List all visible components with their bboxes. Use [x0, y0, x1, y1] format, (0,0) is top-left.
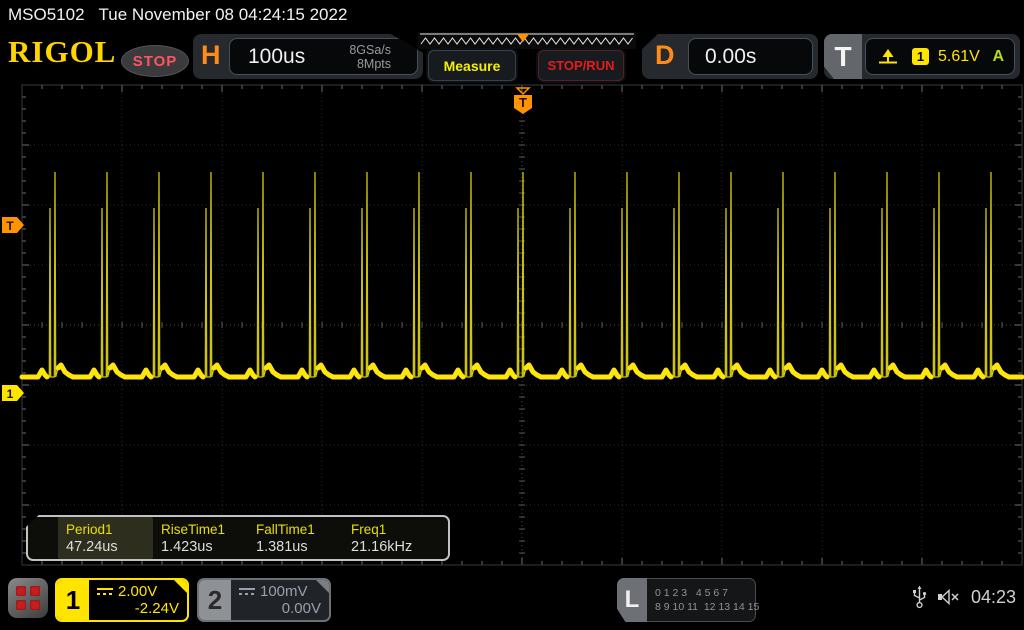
trigger-box[interactable]: 1 5.61V A	[865, 38, 1015, 75]
trigger-position-arrow-icon	[517, 88, 529, 94]
display-layout-button[interactable]	[8, 578, 48, 618]
trigger-mode: A	[992, 48, 1004, 66]
channel1-status[interactable]: 1 2.00V -2.24V	[55, 578, 189, 622]
logic-label: L	[617, 578, 647, 622]
measurement-risetime[interactable]: RiseTime1 1.423us	[153, 517, 248, 559]
delay-label: D	[655, 40, 675, 71]
channel1-scale: 2.00V	[118, 583, 157, 600]
measurement-panel[interactable]: Period1 47.24us RiseTime1 1.423us FallTi…	[26, 515, 450, 561]
trigger-level-value: 5.61V	[938, 48, 992, 66]
trigger-source-badge: 1	[912, 48, 929, 65]
grid-icon	[16, 586, 40, 610]
usb-icon	[912, 585, 927, 609]
trigger-panel[interactable]: T 1 5.61V A	[824, 34, 1020, 79]
measure-button[interactable]: Measure	[428, 50, 516, 81]
channel2-scale: 100mV	[260, 583, 308, 600]
logic-analyzer-status[interactable]: L 0 1 2 3 4 5 6 7 8 9 10 11 12 13 14 15	[617, 578, 756, 622]
top-status-bar: MSO5102 Tue November 08 04:24:15 2022	[0, 0, 1024, 30]
trigger-edge-icon	[878, 48, 900, 66]
channel2-number: 2	[199, 580, 231, 620]
channel1-waveform	[22, 172, 1022, 377]
measurement-falltime[interactable]: FallTime1 1.381us	[248, 517, 343, 559]
waveform-display[interactable]: T T 1	[0, 83, 1024, 575]
delay-value: 0.00s	[705, 45, 756, 69]
horizontal-position-strip[interactable]	[418, 32, 636, 49]
clock-text: 04:23	[971, 587, 1016, 608]
oscilloscope-screen: { "top_bar": { "model": "MSO5102", "date…	[0, 0, 1024, 630]
logic-channels-row1: 0 1 2 3 4 5 6 7	[655, 586, 755, 600]
logic-channels-row2: 8 9 10 11 12 13 14 15	[655, 600, 755, 614]
delay-box[interactable]: 0.00s	[688, 38, 813, 75]
horizontal-panel[interactable]: H 100us 8GSa/s 8Mpts	[193, 34, 423, 79]
stop-run-button[interactable]: STOP/RUN	[538, 50, 624, 81]
measurement-freq[interactable]: Freq1 21.16kHz	[343, 517, 438, 559]
horizontal-label: H	[201, 40, 221, 71]
model-name: MSO5102	[8, 5, 85, 25]
sample-rate: 8GSa/s	[349, 43, 391, 57]
memory-depth: 8Mpts	[357, 57, 391, 71]
dc-coupling-icon	[239, 588, 255, 595]
corner-fold-icon	[174, 580, 187, 593]
datetime-text: Tue November 08 04:24:15 2022	[99, 5, 348, 25]
header-bar: RIGOL STOP H 100us 8GSa/s 8Mpts Measure …	[0, 30, 1024, 83]
svg-text:T: T	[6, 219, 14, 233]
timebase-box[interactable]: 100us 8GSa/s 8Mpts	[229, 38, 418, 75]
dc-coupling-icon	[97, 588, 113, 595]
channel2-status[interactable]: 2 100mV 0.00V	[197, 578, 331, 622]
corner-fold-icon	[316, 580, 329, 593]
measurement-period[interactable]: Period1 47.24us	[58, 517, 153, 559]
rigol-logo: RIGOL	[8, 34, 116, 70]
svg-text:1: 1	[7, 387, 14, 401]
channel1-offset: -2.24V	[97, 600, 179, 617]
delay-panel[interactable]: D 0.00s	[642, 34, 818, 79]
channel2-offset: 0.00V	[239, 600, 321, 617]
channel1-number: 1	[57, 580, 89, 620]
waveform-overview-zigzag	[418, 32, 636, 49]
run-state-badge[interactable]: STOP	[121, 45, 189, 77]
trigger-label: T	[824, 34, 862, 79]
speaker-muted-icon[interactable]	[937, 588, 961, 606]
bottom-bar: 1 2.00V -2.24V 2 100mV 0.00V L 0 1 2 3 4…	[0, 575, 1024, 630]
timebase-value: 100us	[248, 45, 349, 69]
svg-text:T: T	[519, 95, 527, 110]
